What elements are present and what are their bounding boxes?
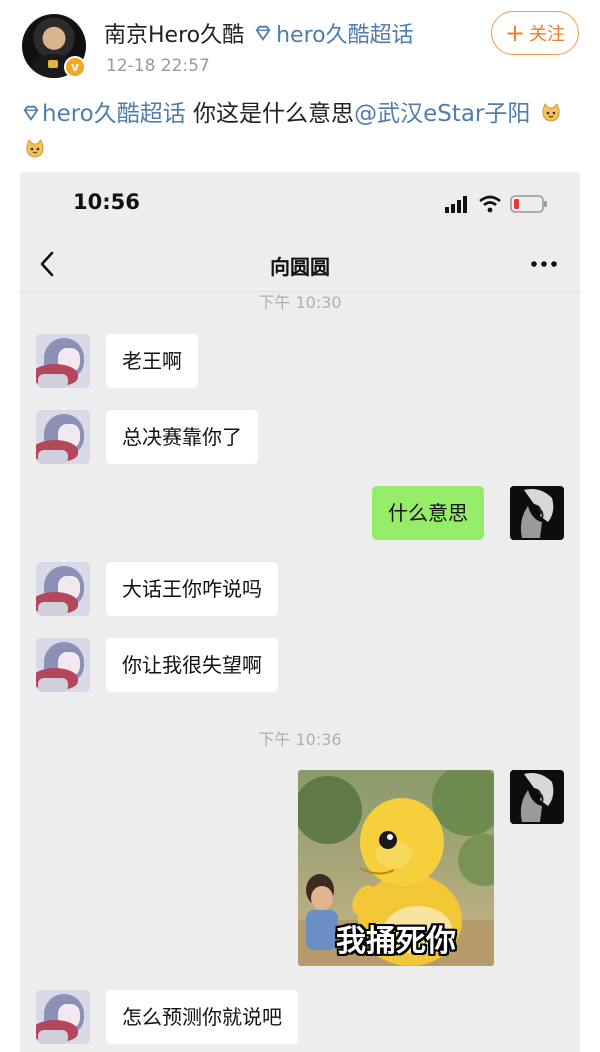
signal-icon [445,196,467,213]
contact-avatar[interactable] [36,334,90,388]
sticker-caption: 我捅死你 [336,924,456,959]
status-icons [444,194,548,214]
chat-title: 向圆圆 [270,255,330,279]
more-dots-icon[interactable] [530,260,558,268]
incoming-message-bubble[interactable]: 你让我很失望啊 [106,638,278,692]
post-body-text: 你这是什么意思 [185,101,355,127]
supertopic-link[interactable]: hero久酷超话 [276,17,414,49]
message-timestamp: 下午 10:36 [258,730,342,749]
contact-avatar[interactable] [36,410,90,464]
contact-avatar[interactable] [36,638,90,692]
contact-avatar[interactable] [36,990,90,1044]
incoming-message-bubble[interactable]: 总决赛靠你了 [106,410,258,464]
supertopic-diamond-icon [23,105,39,121]
post-time: 12-18 22:57 [106,56,210,76]
post-text: hero久酷超话 你这是什么意思@武汉eStar子阳 [22,96,582,168]
chat-screenshot-image[interactable]: 10:56 向圆圆 下午 10:30 老王啊 总决赛靠你了 什么意思 大话王你咋… [20,172,580,1052]
follow-label: 关注 [529,24,566,45]
my-avatar[interactable] [510,486,564,540]
verified-badge-icon: v [64,56,86,78]
battery-icon [510,195,547,213]
phone-status-bar: 10:56 [20,172,580,236]
author-name[interactable]: 南京Hero久酷 [104,17,244,49]
wifi-icon [479,195,501,213]
cat-emoji-icon [26,139,44,158]
incoming-message-bubble[interactable]: 怎么预测你就说吧 [106,990,298,1044]
follow-button[interactable]: + 关注 [491,11,579,55]
outgoing-message-bubble[interactable]: 什么意思 [372,486,484,540]
incoming-message-bubble[interactable]: 大话王你咋说吗 [106,562,278,616]
incoming-message-bubble[interactable]: 老王啊 [106,334,198,388]
plus-icon: + [504,19,526,47]
author-line: 南京Hero久酷 hero久酷超话 [104,16,414,50]
status-time: 10:56 [73,190,140,214]
sticker-image[interactable]: 我捅死你 [298,770,494,966]
supertopic-diamond-icon [255,25,271,41]
contact-avatar[interactable] [36,562,90,616]
my-avatar[interactable] [510,770,564,824]
cat-emoji-icon [542,103,560,122]
mention-link[interactable]: @武汉eStar子阳 [354,101,530,127]
message-timestamp: 下午 10:30 [258,293,342,312]
post-topic-link[interactable]: hero久酷超话 [42,101,186,127]
post-header: v 南京Hero久酷 hero久酷超话 12-18 22:57 + 关注 [0,0,600,90]
chat-nav-bar: 向圆圆 [20,236,580,292]
